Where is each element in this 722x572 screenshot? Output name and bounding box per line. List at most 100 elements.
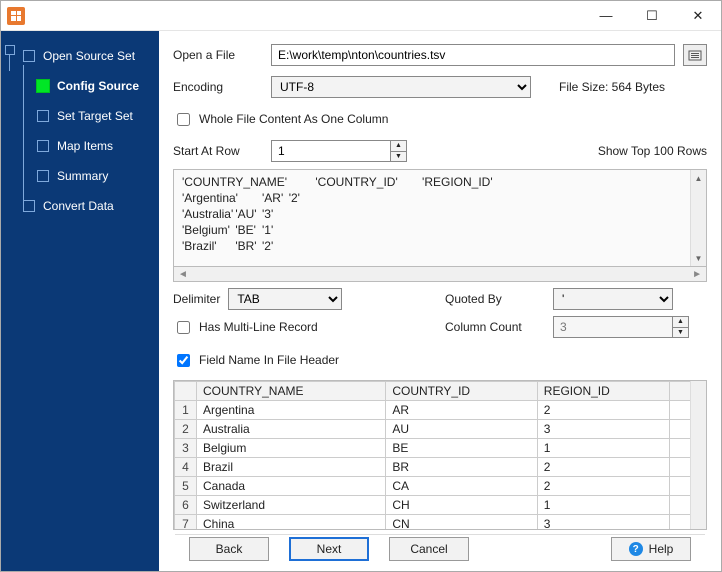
encoding-label: Encoding — [173, 80, 263, 94]
start-row-input[interactable] — [271, 140, 391, 162]
row-number-cell: 3 — [175, 439, 197, 458]
table-cell[interactable]: 3 — [537, 420, 669, 439]
whole-file-checkbox-input[interactable] — [177, 113, 190, 126]
cancel-button[interactable]: Cancel — [389, 537, 469, 561]
table-cell-filler — [669, 496, 690, 515]
browse-button[interactable] — [683, 44, 707, 66]
help-button[interactable]: ? Help — [611, 537, 691, 561]
start-row-spinner[interactable]: ▲▼ — [271, 140, 407, 162]
column-count-spinner[interactable]: ▲▼ — [553, 316, 689, 338]
table-cell[interactable]: 1 — [537, 439, 669, 458]
table-row[interactable]: 2AustraliaAU3 — [175, 420, 691, 439]
header-checkbox-input[interactable] — [177, 354, 190, 367]
table-cell[interactable]: AR — [386, 401, 537, 420]
preview-horizontal-scrollbar[interactable]: ◄► — [173, 267, 707, 282]
table-row[interactable]: 4BrazilBR2 — [175, 458, 691, 477]
table-cell[interactable]: CA — [386, 477, 537, 496]
title-bar: — ☐ ✕ — [1, 1, 721, 31]
table-cell[interactable]: Belgium — [197, 439, 386, 458]
table-cell[interactable]: 2 — [537, 477, 669, 496]
table-corner-cell — [175, 382, 197, 401]
quoted-by-select[interactable]: ' — [553, 288, 673, 310]
table-row[interactable]: 7ChinaCN3 — [175, 515, 691, 530]
help-icon: ? — [629, 542, 643, 556]
raw-preview-box: 'COUNTRY_NAME' 'COUNTRY_ID' 'REGION_ID' … — [173, 169, 707, 267]
table-cell[interactable]: BE — [386, 439, 537, 458]
table-cell[interactable]: AU — [386, 420, 537, 439]
file-size-label: File Size: 564 Bytes — [559, 80, 665, 94]
step-convert-data[interactable]: Convert Data — [43, 199, 114, 213]
table-cell[interactable]: Brazil — [197, 458, 386, 477]
table-cell[interactable]: CH — [386, 496, 537, 515]
table-cell[interactable]: 3 — [537, 515, 669, 530]
table-cell[interactable]: 1 — [537, 496, 669, 515]
table-row[interactable]: 6SwitzerlandCH1 — [175, 496, 691, 515]
delimiter-select[interactable]: TAB — [228, 288, 342, 310]
raw-preview-text: 'COUNTRY_NAME' 'COUNTRY_ID' 'REGION_ID' … — [174, 170, 690, 266]
step-node-icon — [37, 140, 49, 152]
whole-file-checkbox[interactable]: Whole File Content As One Column — [173, 110, 388, 129]
step-config-source[interactable]: Config Source — [57, 79, 139, 93]
table-header[interactable]: REGION_ID — [537, 382, 669, 401]
step-node-icon — [23, 50, 35, 62]
open-file-label: Open a File — [173, 48, 263, 62]
spinner-up-icon[interactable]: ▲ — [391, 141, 406, 152]
table-cell[interactable]: BR — [386, 458, 537, 477]
group-node-icon — [5, 45, 15, 55]
table-cell[interactable]: 2 — [537, 458, 669, 477]
scroll-up-icon[interactable]: ▲ — [691, 170, 706, 186]
header-checkbox[interactable]: Field Name In File Header — [173, 351, 339, 370]
delimiter-label: Delimiter — [173, 292, 220, 306]
spinner-up-icon[interactable]: ▲ — [673, 317, 688, 328]
file-path-input[interactable] — [271, 44, 675, 66]
step-set-target[interactable]: Set Target Set — [57, 109, 133, 123]
preview-vertical-scrollbar[interactable]: ▲ ▼ — [690, 170, 706, 266]
spinner-down-icon[interactable]: ▼ — [673, 328, 688, 338]
back-button[interactable]: Back — [189, 537, 269, 561]
scroll-down-icon[interactable]: ▼ — [691, 250, 706, 266]
table-row[interactable]: 1ArgentinaAR2 — [175, 401, 691, 420]
table-cell[interactable]: Australia — [197, 420, 386, 439]
column-count-label: Column Count — [445, 320, 545, 334]
multiline-checkbox-label: Has Multi-Line Record — [199, 320, 318, 334]
scroll-right-icon[interactable]: ► — [692, 269, 702, 280]
table-row[interactable]: 5CanadaCA2 — [175, 477, 691, 496]
row-number-cell: 5 — [175, 477, 197, 496]
scroll-left-icon[interactable]: ◄ — [178, 269, 188, 280]
step-node-icon — [36, 79, 50, 93]
table-cell[interactable]: Switzerland — [197, 496, 386, 515]
table-row[interactable]: 3BelgiumBE1 — [175, 439, 691, 458]
table-cell[interactable]: Canada — [197, 477, 386, 496]
encoding-select[interactable]: UTF-8 — [271, 76, 531, 98]
table-header[interactable]: COUNTRY_ID — [386, 382, 537, 401]
row-number-cell: 7 — [175, 515, 197, 530]
maximize-button[interactable]: ☐ — [629, 1, 675, 31]
close-button[interactable]: ✕ — [675, 1, 721, 31]
step-open-source[interactable]: Open Source Set — [43, 49, 135, 63]
spinner-down-icon[interactable]: ▼ — [391, 152, 406, 162]
table-header[interactable]: COUNTRY_NAME — [197, 382, 386, 401]
start-row-label: Start At Row — [173, 144, 263, 158]
table-cell-filler — [669, 420, 690, 439]
table-cell[interactable]: 2 — [537, 401, 669, 420]
step-map-items[interactable]: Map Items — [57, 139, 113, 153]
minimize-button[interactable]: — — [583, 1, 629, 31]
table-vertical-scrollbar[interactable] — [690, 381, 706, 529]
table-cell[interactable]: China — [197, 515, 386, 530]
table-cell[interactable]: Argentina — [197, 401, 386, 420]
table-cell-filler — [669, 458, 690, 477]
row-number-cell: 1 — [175, 401, 197, 420]
table-cell-filler — [669, 515, 690, 530]
next-button[interactable]: Next — [289, 537, 369, 561]
multiline-checkbox-input[interactable] — [177, 321, 190, 334]
multiline-checkbox[interactable]: Has Multi-Line Record — [173, 318, 318, 337]
table-cell-filler — [669, 477, 690, 496]
table-cell[interactable]: CN — [386, 515, 537, 530]
step-summary[interactable]: Summary — [57, 169, 108, 183]
parsed-table: COUNTRY_NAME COUNTRY_ID REGION_ID 1Argen… — [173, 380, 707, 530]
folder-icon — [688, 48, 702, 62]
step-node-icon — [37, 170, 49, 182]
step-node-icon — [37, 110, 49, 122]
whole-file-checkbox-label: Whole File Content As One Column — [199, 112, 388, 126]
table-cell-filler — [669, 439, 690, 458]
